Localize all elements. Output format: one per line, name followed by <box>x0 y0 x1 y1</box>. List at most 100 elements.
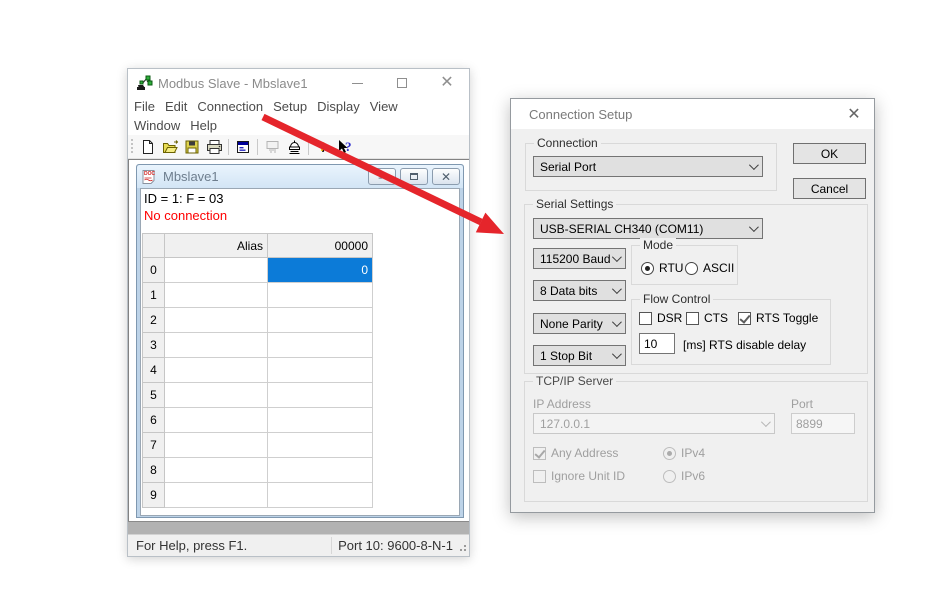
menu-display[interactable]: Display <box>312 99 365 114</box>
alias-column-header[interactable]: Alias <box>165 234 268 258</box>
minimize-button[interactable] <box>341 69 373 97</box>
alias-cell[interactable] <box>165 258 268 283</box>
dialog-title-bar[interactable]: Connection Setup ✕ <box>511 99 874 129</box>
row-header[interactable]: 5 <box>143 383 165 408</box>
checkbox-icon <box>639 312 652 325</box>
menu-file[interactable]: File <box>129 99 160 114</box>
poll-definition-icon[interactable] <box>261 137 283 157</box>
ascii-radio[interactable]: ASCII <box>685 261 734 275</box>
value-cell[interactable] <box>268 383 373 408</box>
data-bits-select[interactable]: 8 Data bits <box>533 280 626 301</box>
alias-cell[interactable] <box>165 383 268 408</box>
alias-cell[interactable] <box>165 308 268 333</box>
display-setup-icon[interactable] <box>232 137 254 157</box>
ignore-unit-id-label: Ignore Unit ID <box>551 469 625 483</box>
row-header[interactable]: 7 <box>143 433 165 458</box>
help-icon[interactable]: ? ? <box>312 137 334 157</box>
alias-cell[interactable] <box>165 358 268 383</box>
baud-rate-select[interactable]: 115200 Baud <box>533 248 626 269</box>
context-help-icon[interactable]: ? <box>334 137 356 157</box>
dsr-checkbox[interactable]: DSR <box>639 311 682 325</box>
cts-checkbox[interactable]: CTS <box>686 311 728 325</box>
tcp-port-input <box>791 413 855 434</box>
table-row: 4 <box>143 358 373 383</box>
alias-cell[interactable] <box>165 408 268 433</box>
any-address-label: Any Address <box>551 446 618 460</box>
toolbar-separator <box>228 139 229 155</box>
chevron-down-icon <box>749 160 759 170</box>
value-cell-selected[interactable]: 0 <box>268 258 373 283</box>
row-header[interactable]: 3 <box>143 333 165 358</box>
menu-setup[interactable]: Setup <box>268 99 312 114</box>
flow-control-group: Flow Control <box>631 299 831 365</box>
alias-cell[interactable] <box>165 283 268 308</box>
value-cell[interactable] <box>268 483 373 508</box>
save-icon[interactable] <box>181 137 203 157</box>
connection-setup-dialog: Connection Setup ✕ Connection Serial Por… <box>510 98 875 513</box>
value-cell[interactable] <box>268 408 373 433</box>
doc-restore-button[interactable] <box>400 168 428 185</box>
rtu-radio[interactable]: RTU <box>641 261 683 275</box>
open-file-icon[interactable] <box>159 137 181 157</box>
rts-toggle-checkbox[interactable]: RTS Toggle <box>738 311 818 325</box>
alias-cell[interactable] <box>165 458 268 483</box>
value-cell[interactable] <box>268 458 373 483</box>
close-button[interactable]: ✕ <box>431 69 463 97</box>
title-bar[interactable]: Modbus Slave - Mbslave1 ✕ <box>128 69 469 97</box>
ipv6-label: IPv6 <box>681 469 705 483</box>
row-header[interactable]: 4 <box>143 358 165 383</box>
svg-text:?: ? <box>345 139 352 154</box>
value-cell[interactable] <box>268 283 373 308</box>
row-header[interactable]: 6 <box>143 408 165 433</box>
parity-select[interactable]: None Parity <box>533 313 626 334</box>
rts-delay-input[interactable] <box>639 333 675 354</box>
menu-edit[interactable]: Edit <box>160 99 192 114</box>
menu-view[interactable]: View <box>365 99 403 114</box>
new-document-icon[interactable] <box>137 137 159 157</box>
alias-cell[interactable] <box>165 333 268 358</box>
value-cell[interactable] <box>268 308 373 333</box>
cancel-button[interactable]: Cancel <box>793 178 866 199</box>
corner-header[interactable] <box>143 234 165 258</box>
rts-toggle-label: RTS Toggle <box>756 311 818 325</box>
row-header[interactable]: 8 <box>143 458 165 483</box>
doc-minimize-button[interactable]: – <box>368 168 396 185</box>
address-column-header[interactable]: 00000 <box>268 234 373 258</box>
menu-window[interactable]: Window <box>129 118 185 133</box>
ok-button[interactable]: OK <box>793 143 866 164</box>
row-header[interactable]: 9 <box>143 483 165 508</box>
doc-title-bar[interactable]: DOC Mbslave1 – ✕ <box>137 165 463 188</box>
serial-settings-group-label: Serial Settings <box>533 197 616 211</box>
ascii-label: ASCII <box>703 261 734 275</box>
alias-cell[interactable] <box>165 433 268 458</box>
menu-connection[interactable]: Connection <box>192 99 268 114</box>
value-cell[interactable] <box>268 358 373 383</box>
checkbox-icon <box>686 312 699 325</box>
print-icon[interactable] <box>203 137 225 157</box>
toolbar-grip[interactable] <box>131 139 133 155</box>
serial-port-select[interactable]: USB-SERIAL CH340 (COM11) <box>533 218 763 239</box>
doc-body: ID = 1: F = 03 No connection Alias 00000… <box>140 188 460 516</box>
menu-help[interactable]: Help <box>185 118 222 133</box>
table-row: 9 <box>143 483 373 508</box>
value-cell[interactable] <box>268 433 373 458</box>
row-header[interactable]: 2 <box>143 308 165 333</box>
table-row: 5 <box>143 383 373 408</box>
connection-type-select[interactable]: Serial Port <box>533 156 763 177</box>
alias-cell[interactable] <box>165 483 268 508</box>
value-cell[interactable] <box>268 333 373 358</box>
checkbox-icon <box>533 470 546 483</box>
data-bits-value: 8 Data bits <box>540 284 597 298</box>
table-row: 7 <box>143 433 373 458</box>
doc-close-button[interactable]: ✕ <box>432 168 460 185</box>
table-row: 8 <box>143 458 373 483</box>
stop-bits-select[interactable]: 1 Stop Bit <box>533 345 626 366</box>
doc-window-title: Mbslave1 <box>163 169 219 184</box>
row-header[interactable]: 0 <box>143 258 165 283</box>
row-header[interactable]: 1 <box>143 283 165 308</box>
dialog-close-icon[interactable]: ✕ <box>834 99 874 129</box>
dialog-title: Connection Setup <box>529 107 632 122</box>
maximize-button[interactable] <box>386 69 418 97</box>
communication-traffic-icon[interactable] <box>283 137 305 157</box>
svg-text:DOC: DOC <box>144 171 156 177</box>
